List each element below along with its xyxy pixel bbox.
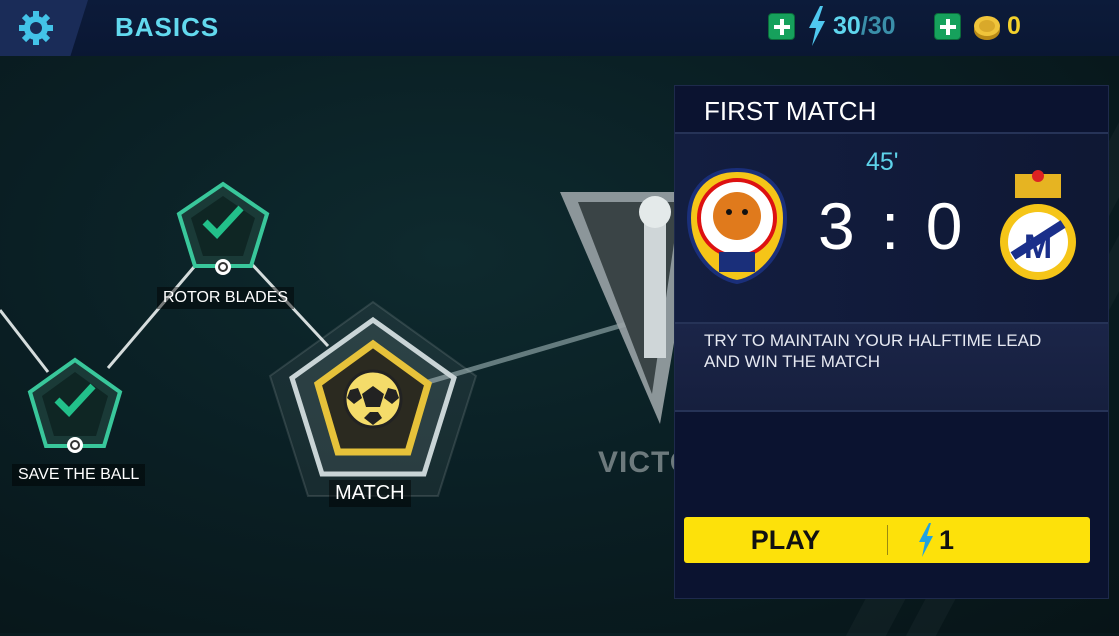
level-node-rotor-blades[interactable] — [175, 180, 271, 276]
team-crest-icon: M — [1000, 170, 1076, 280]
energy-bolt-icon — [919, 523, 933, 557]
checkmark-icon — [202, 205, 244, 240]
objective-text: TRY TO MAINTAIN YOUR HALFTIME LEAD AND W… — [704, 331, 1042, 371]
level-node-match[interactable] — [262, 296, 484, 506]
mission-panel: FIRST MATCH 45' 3 : 0 M TRY TO MAINTAIN … — [675, 86, 1108, 598]
play-separator — [887, 525, 888, 555]
play-cost: 1 — [939, 525, 955, 555]
checkmark-icon — [54, 383, 96, 418]
panel-title: FIRST MATCH — [704, 96, 877, 126]
objective-box: TRY TO MAINTAIN YOUR HALFTIME LEAD AND W… — [675, 324, 1108, 410]
play-label: PLAY — [750, 525, 821, 555]
svg-text:M: M — [1024, 228, 1052, 266]
refresh-icon — [67, 437, 83, 453]
divider — [675, 410, 1108, 412]
node-label-match: MATCH — [329, 480, 411, 507]
level-node-save-the-ball[interactable] — [26, 356, 124, 456]
team-crest-icon — [686, 167, 788, 285]
node-label-save-the-ball: SAVE THE BALL — [12, 464, 146, 486]
refresh-icon — [215, 259, 231, 275]
soccer-ball-icon — [343, 369, 403, 429]
play-button[interactable]: PLAY 1 — [684, 517, 1090, 563]
match-minute: 45' — [866, 148, 899, 176]
score: 3 : 0 — [818, 189, 967, 263]
